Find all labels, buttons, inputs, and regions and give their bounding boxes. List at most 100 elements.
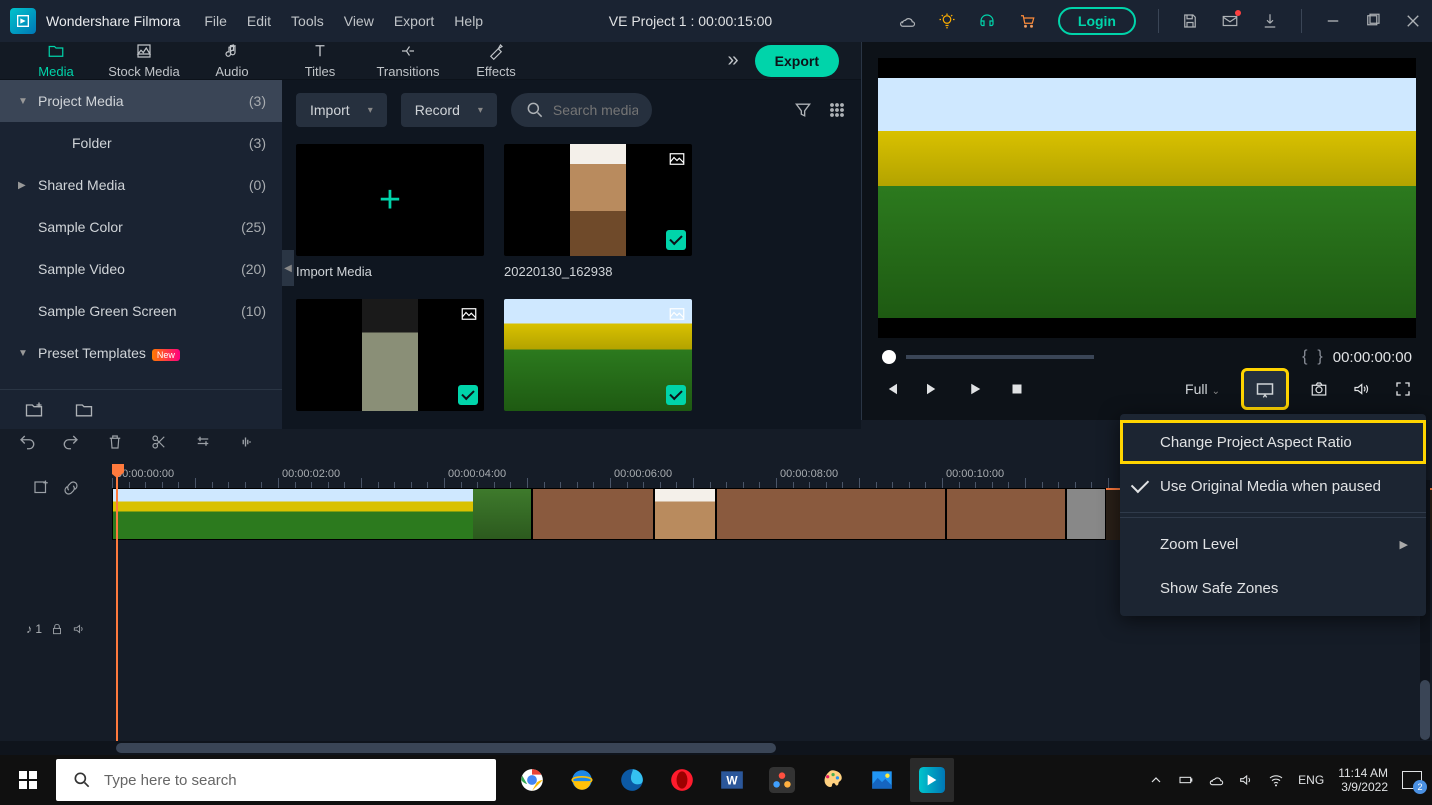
preview-quality[interactable]: Full⌄: [1185, 381, 1220, 397]
start-button[interactable]: [0, 755, 56, 805]
scrub-handle[interactable]: [882, 350, 896, 364]
media-card[interactable]: [296, 299, 484, 419]
aspect-ratio-button[interactable]: [1244, 371, 1286, 407]
mute-icon[interactable]: [72, 622, 86, 636]
sidebar-item[interactable]: Sample Video(20): [0, 248, 282, 290]
redo-icon[interactable]: [62, 433, 80, 451]
tray-volume-icon[interactable]: [1238, 772, 1254, 788]
filter-icon[interactable]: [793, 100, 813, 120]
popup-item[interactable]: Zoom Level▶: [1120, 522, 1426, 566]
import-dropdown[interactable]: Import▾: [296, 93, 387, 127]
tab-audio[interactable]: Audio: [188, 42, 276, 79]
split-icon[interactable]: [150, 433, 168, 451]
sidebar-item[interactable]: ▼Project Media(3): [0, 80, 282, 122]
taskbar-opera-icon[interactable]: [660, 758, 704, 802]
menu-export[interactable]: Export: [394, 13, 434, 29]
tab-effects[interactable]: Effects: [452, 42, 540, 79]
menu-edit[interactable]: Edit: [247, 13, 271, 29]
menu-help[interactable]: Help: [454, 13, 483, 29]
audio-waveform-icon[interactable]: [238, 433, 256, 451]
taskbar-chrome-icon[interactable]: [510, 758, 554, 802]
popup-item[interactable]: Use Original Media when paused: [1120, 464, 1426, 508]
timeline-clip[interactable]: [946, 488, 1066, 540]
tray-battery-icon[interactable]: [1178, 772, 1194, 788]
playhead[interactable]: [116, 464, 118, 741]
menu-view[interactable]: View: [344, 13, 374, 29]
add-track-icon[interactable]: [32, 479, 50, 497]
tray-notifications-icon[interactable]: 2: [1402, 771, 1422, 789]
sidebar-item[interactable]: Folder(3): [0, 122, 282, 164]
sidebar-item[interactable]: Sample Color(25): [0, 206, 282, 248]
next-frame-icon[interactable]: [924, 380, 942, 398]
sidebar-item[interactable]: ▶Shared Media(0): [0, 164, 282, 206]
record-dropdown[interactable]: Record▾: [401, 93, 497, 127]
login-button[interactable]: Login: [1058, 7, 1136, 35]
grid-view-icon[interactable]: [827, 100, 847, 120]
tray-clock[interactable]: 11:14 AM 3/9/2022: [1338, 766, 1388, 795]
tray-onedrive-icon[interactable]: [1208, 772, 1224, 788]
save-icon[interactable]: [1181, 12, 1199, 30]
stop-icon[interactable]: [1008, 380, 1026, 398]
tab-stock-media[interactable]: Stock Media: [100, 42, 188, 79]
cart-icon[interactable]: [1018, 12, 1036, 30]
timeline-clip[interactable]: [1066, 488, 1106, 540]
volume-icon[interactable]: [1352, 380, 1370, 398]
tray-wifi-icon[interactable]: [1268, 772, 1284, 788]
taskbar-word-icon[interactable]: W: [710, 758, 754, 802]
taskbar-edge-icon[interactable]: [610, 758, 654, 802]
support-icon[interactable]: [978, 12, 996, 30]
collapse-sidebar-icon[interactable]: ◀: [282, 250, 294, 286]
search-media[interactable]: [511, 93, 652, 127]
undo-icon[interactable]: [18, 433, 36, 451]
sidebar-item[interactable]: ▼Preset TemplatesNew: [0, 332, 282, 374]
tab-titles[interactable]: Titles: [276, 42, 364, 79]
taskbar-ie-icon[interactable]: [560, 758, 604, 802]
timeline-clip[interactable]: [716, 488, 946, 540]
sidebar-item[interactable]: Sample Green Screen(10): [0, 290, 282, 332]
expand-panel-icon[interactable]: »: [728, 49, 739, 72]
delete-icon[interactable]: [106, 433, 124, 451]
media-card[interactable]: 20220130_162938: [504, 144, 692, 279]
menu-tools[interactable]: Tools: [291, 13, 324, 29]
popup-item[interactable]: Show Safe Zones: [1120, 566, 1426, 610]
search-media-input[interactable]: [553, 102, 638, 118]
windows-search[interactable]: Type here to search: [56, 759, 496, 801]
mail-icon[interactable]: [1221, 12, 1239, 30]
new-folder-icon[interactable]: [24, 400, 44, 420]
taskbar-photos-icon[interactable]: [860, 758, 904, 802]
media-card[interactable]: +Import Media: [296, 144, 484, 279]
sliders-icon[interactable]: [194, 433, 212, 451]
play-icon[interactable]: [966, 380, 984, 398]
tray-expand-icon[interactable]: [1148, 772, 1164, 788]
import-label: Import: [310, 102, 350, 118]
export-button[interactable]: Export: [755, 45, 839, 77]
media-card[interactable]: [504, 299, 692, 419]
taskbar-filmora-icon[interactable]: [910, 758, 954, 802]
cloud-icon[interactable]: [898, 12, 916, 30]
menu-file[interactable]: File: [204, 13, 227, 29]
preview-viewport[interactable]: [878, 58, 1416, 338]
popup-item[interactable]: Change Project Aspect Ratio: [1120, 420, 1426, 464]
folder-icon[interactable]: [74, 400, 94, 420]
tab-transitions[interactable]: Transitions: [364, 42, 452, 79]
timeline-clip[interactable]: [112, 488, 532, 540]
mark-in-icon[interactable]: {: [1302, 348, 1307, 366]
timeline-clip[interactable]: [532, 488, 654, 540]
idea-icon[interactable]: [938, 12, 956, 30]
prev-frame-icon[interactable]: [882, 380, 900, 398]
close-icon[interactable]: [1404, 12, 1422, 30]
maximize-icon[interactable]: [1364, 12, 1382, 30]
download-icon[interactable]: [1261, 12, 1279, 30]
timeline-hscrollbar[interactable]: [0, 741, 1432, 755]
mark-out-icon[interactable]: }: [1317, 348, 1322, 366]
taskbar-paint-icon[interactable]: [810, 758, 854, 802]
timeline-clip[interactable]: [654, 488, 716, 540]
scrub-track[interactable]: [906, 355, 1094, 359]
taskbar-resolve-icon[interactable]: [760, 758, 804, 802]
snapshot-icon[interactable]: [1310, 380, 1328, 398]
lock-icon[interactable]: [50, 622, 64, 636]
fullscreen-icon[interactable]: [1394, 380, 1412, 398]
minimize-icon[interactable]: [1324, 12, 1342, 30]
tray-language[interactable]: ENG: [1298, 773, 1324, 787]
link-icon[interactable]: [62, 479, 80, 497]
